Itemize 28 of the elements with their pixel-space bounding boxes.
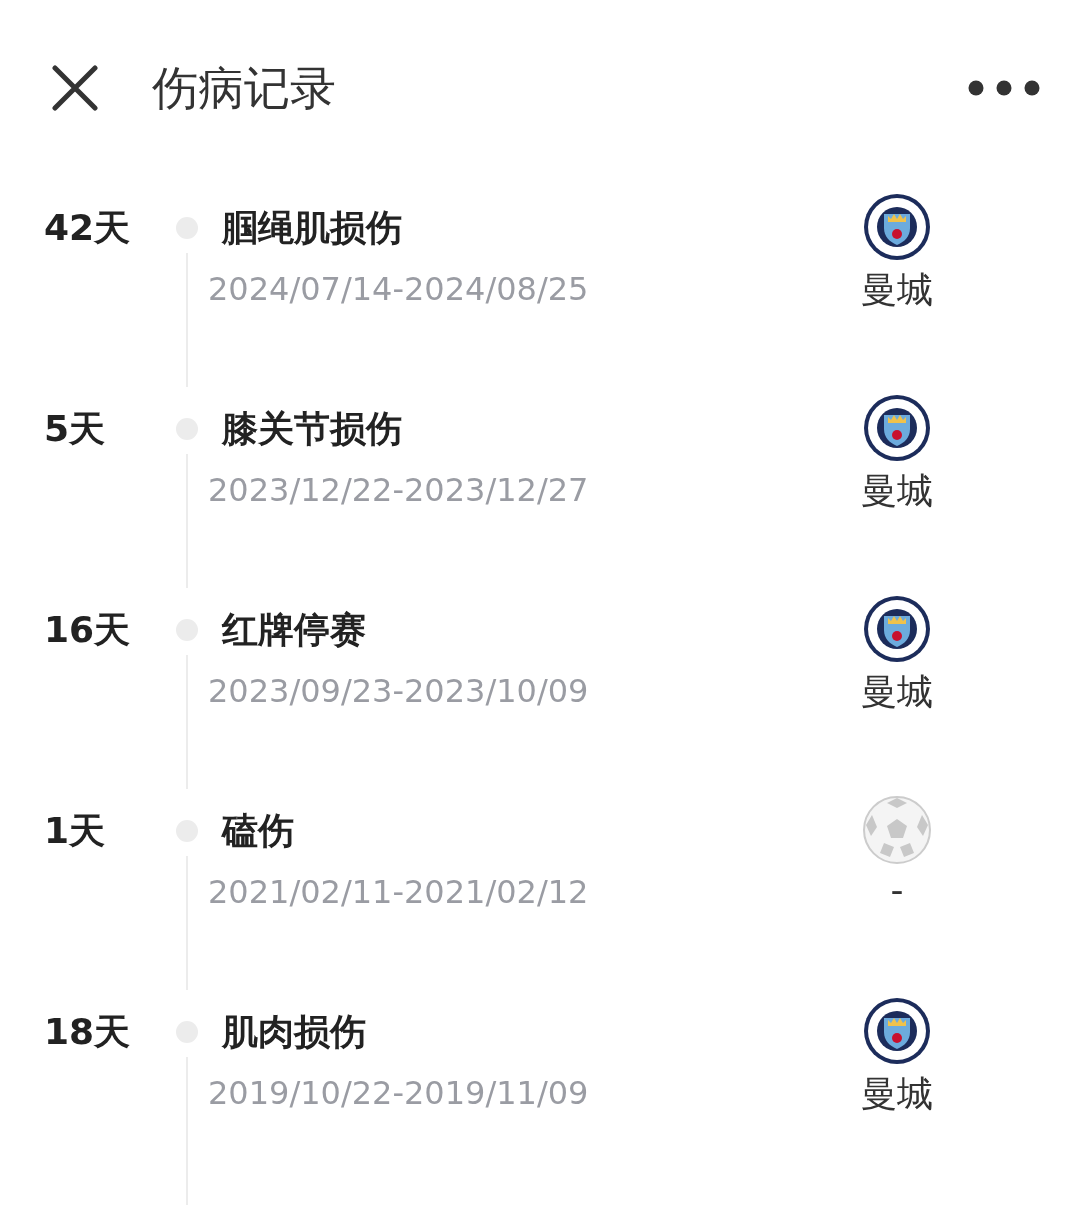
more-icon[interactable] [968,79,1040,97]
duration-text: 16天 [44,609,131,650]
injury-title: 腘绳肌损伤 [222,206,403,250]
close-icon[interactable] [52,65,98,111]
team-name: - [890,869,904,910]
team-name: 曼城 [861,1072,933,1116]
team-name: 曼城 [861,268,933,312]
duration-text: 18天 [44,1011,131,1052]
duration-text: 1天 [44,810,106,851]
team-name: 曼城 [861,469,933,513]
injury-title: 肌肉损伤 [222,1010,367,1054]
duration-text: 42天 [44,207,131,248]
page-title: 伤病记录 [152,65,336,111]
football-icon [862,795,932,865]
club-crest-icon [862,594,932,664]
duration-text: 5天 [44,408,106,449]
club-crest-icon [862,996,932,1066]
injury-title: 磕伤 [222,809,295,853]
club-crest-icon [862,192,932,262]
date-range: 2021/02/11-2021/02/12 [208,873,590,911]
date-range: 2024/07/14-2024/08/25 [208,270,590,308]
injury-title: 红牌停赛 [222,608,367,652]
date-range: 2023/12/22-2023/12/27 [208,471,590,509]
date-range: 2019/10/22-2019/11/09 [208,1074,590,1112]
date-range: 2023/09/23-2023/10/09 [208,672,590,710]
team-name: 曼城 [861,670,933,714]
injury-title: 膝关节损伤 [222,407,403,451]
club-crest-icon [862,393,932,463]
